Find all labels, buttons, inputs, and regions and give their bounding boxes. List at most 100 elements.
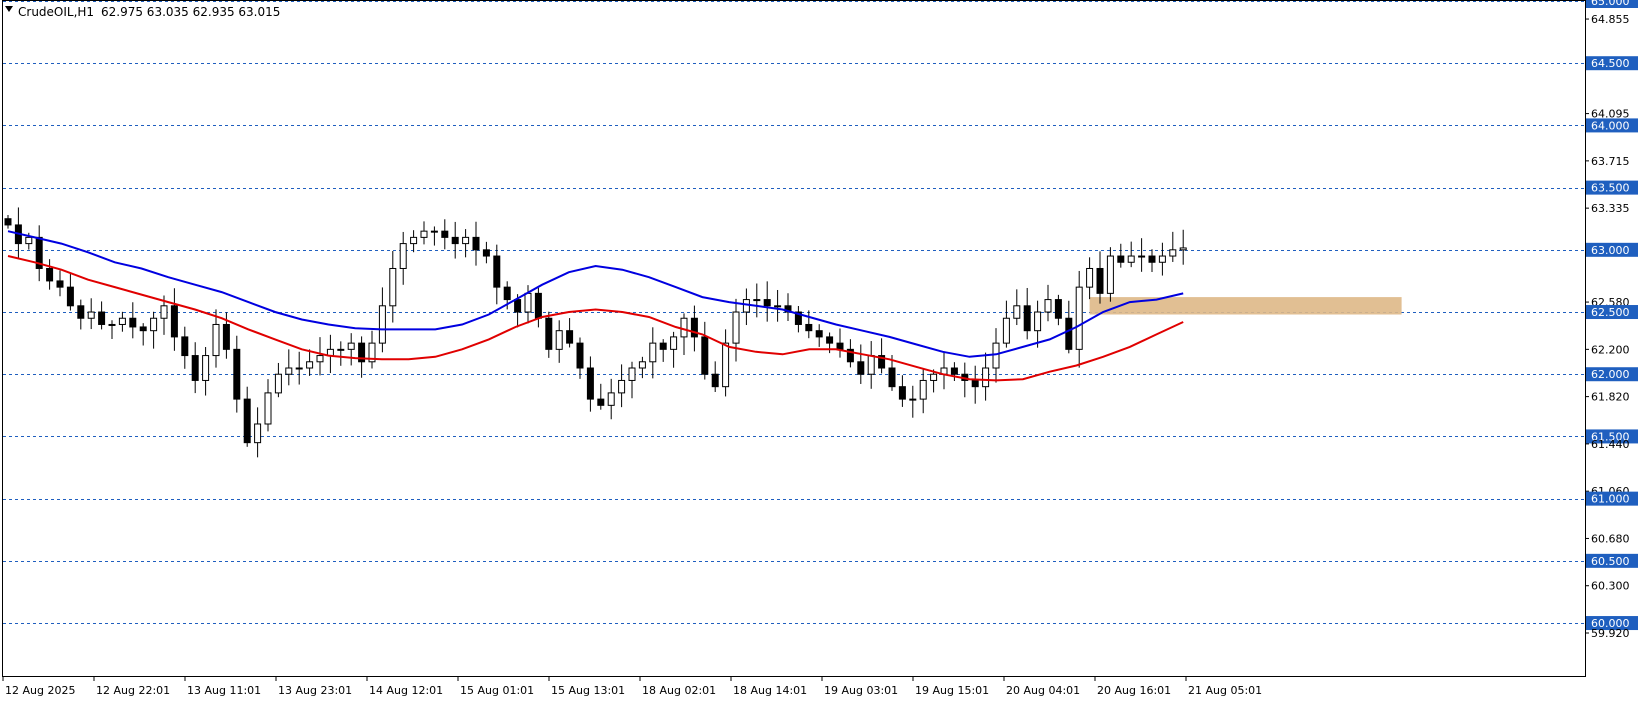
candle-body-bull xyxy=(649,342,657,363)
candle-body-bear xyxy=(597,398,605,406)
candle-body-bear xyxy=(139,326,147,332)
candle-body-bull xyxy=(108,323,116,326)
price-level-label: 61.000 xyxy=(1591,493,1630,506)
candle-body-bull xyxy=(1179,247,1187,251)
candle-body-bull xyxy=(1034,311,1042,332)
candle-body-bull xyxy=(410,236,418,245)
candle-body-bear xyxy=(1065,317,1073,350)
candle-body-bear xyxy=(711,373,719,388)
candle-body-bear xyxy=(950,367,958,375)
candle-body-bear xyxy=(826,336,834,344)
candle-body-bear xyxy=(56,280,64,288)
time-tick-label: 12 Aug 22:01 xyxy=(96,684,170,697)
candle-body-bear xyxy=(805,323,813,332)
candle-body-bear xyxy=(1054,299,1062,319)
price-level-label: 62.000 xyxy=(1591,368,1630,381)
candle-body-bear xyxy=(857,361,865,375)
candle-body-bull xyxy=(462,236,470,245)
candle-body-bull xyxy=(378,305,386,344)
resistance-zone xyxy=(1089,297,1402,315)
candle-body-bull xyxy=(150,317,158,332)
candle-body-bull xyxy=(295,367,303,370)
candle-body-bear xyxy=(586,367,594,400)
price-chart[interactable]: 65.00064.85564.50064.09564.00063.71563.5… xyxy=(0,0,1651,702)
price-tick-label: 60.300 xyxy=(1591,580,1630,593)
candle-body-bull xyxy=(264,392,272,425)
candle-body-bear xyxy=(576,342,584,369)
ohlc-values: 62.975 63.035 62.935 63.015 xyxy=(101,5,280,19)
price-level-label: 60.500 xyxy=(1591,555,1630,568)
candle-body-bear xyxy=(77,305,85,319)
time-tick-label: 13 Aug 23:01 xyxy=(278,684,352,697)
price-tick-label: 64.855 xyxy=(1591,13,1630,26)
price-tick-label: 63.335 xyxy=(1591,202,1630,215)
time-tick-label: 20 Aug 04:01 xyxy=(1006,684,1080,697)
candle-body-bear xyxy=(222,323,230,350)
price-tick-label: 61.440 xyxy=(1591,438,1630,451)
candle-body-bear xyxy=(1117,255,1125,263)
candle-body-bear xyxy=(1023,305,1031,332)
candle-body-bull xyxy=(118,317,126,325)
candle-body-bear xyxy=(233,348,241,400)
candle-body-bull xyxy=(909,398,917,401)
time-tick-label: 15 Aug 13:01 xyxy=(551,684,625,697)
candle-body-bull xyxy=(399,243,407,269)
candle-body-bull xyxy=(1106,255,1114,294)
candle-body-bull xyxy=(87,311,95,319)
symbol-label: CrudeOIL,H1 xyxy=(18,5,94,19)
time-tick-label: 19 Aug 15:01 xyxy=(915,684,989,697)
candle-body-bull xyxy=(1044,299,1052,313)
candle-body-bull xyxy=(992,342,1000,369)
candle-body-bull xyxy=(982,367,990,388)
candle-body-bear xyxy=(243,398,251,444)
time-tick-label: 20 Aug 16:01 xyxy=(1097,684,1171,697)
candle-body-bull xyxy=(430,230,438,233)
time-tick-label: 15 Aug 01:01 xyxy=(460,684,534,697)
time-tick-label: 21 Aug 05:01 xyxy=(1188,684,1262,697)
time-tick-label: 19 Aug 03:01 xyxy=(824,684,898,697)
candle-body-bull xyxy=(285,367,293,375)
candle-body-bull xyxy=(202,355,210,381)
candle-body-bull xyxy=(306,361,314,369)
candle-body-bear xyxy=(514,299,522,313)
candle-body-bear xyxy=(472,236,480,251)
candle-body-bear xyxy=(98,311,106,325)
price-tick-label: 60.680 xyxy=(1591,532,1630,545)
price-tick-label: 63.715 xyxy=(1591,155,1630,168)
candle-body-bull xyxy=(1002,317,1010,344)
candle-body-bull xyxy=(867,355,875,375)
candle-body-bull xyxy=(618,379,626,394)
candle-body-bear xyxy=(66,286,74,307)
candle-body-bull xyxy=(25,236,33,245)
candle-body-bull xyxy=(774,305,782,308)
candle-body-bull xyxy=(742,299,750,313)
price-level-label: 64.000 xyxy=(1591,119,1630,132)
candle-body-bear xyxy=(888,367,896,388)
price-level-label: 64.500 xyxy=(1591,57,1630,70)
candle-body-bear xyxy=(482,249,490,257)
candle-body-bull xyxy=(1158,255,1166,263)
candle-body-bull xyxy=(680,317,688,338)
candle-body-bull xyxy=(638,361,646,369)
candle-body-bull xyxy=(1127,255,1135,263)
candle-body-bear xyxy=(534,292,542,319)
candle-body-bear xyxy=(4,218,12,226)
candle-body-bull xyxy=(1013,305,1021,319)
candle-body-bear xyxy=(170,305,178,338)
candle-body-bull xyxy=(389,267,397,307)
candle-body-bull xyxy=(628,367,636,381)
candle-body-bull xyxy=(337,348,345,351)
candle-body-bear xyxy=(815,330,823,338)
candle-body-bull xyxy=(1086,267,1094,288)
candle-body-bear xyxy=(566,330,574,344)
price-tick-label: 59.920 xyxy=(1591,627,1630,640)
candle-body-bull xyxy=(1138,255,1146,258)
candle-body-bull xyxy=(670,336,678,350)
resistance-zone-layer xyxy=(1089,297,1402,315)
candle-body-bear xyxy=(441,230,449,238)
candle-body-bear xyxy=(545,317,553,350)
candle-body-bear xyxy=(493,255,501,288)
candle-body-bull xyxy=(212,323,220,357)
time-tick-label: 14 Aug 12:01 xyxy=(369,684,443,697)
candle-body-bull xyxy=(420,230,428,238)
